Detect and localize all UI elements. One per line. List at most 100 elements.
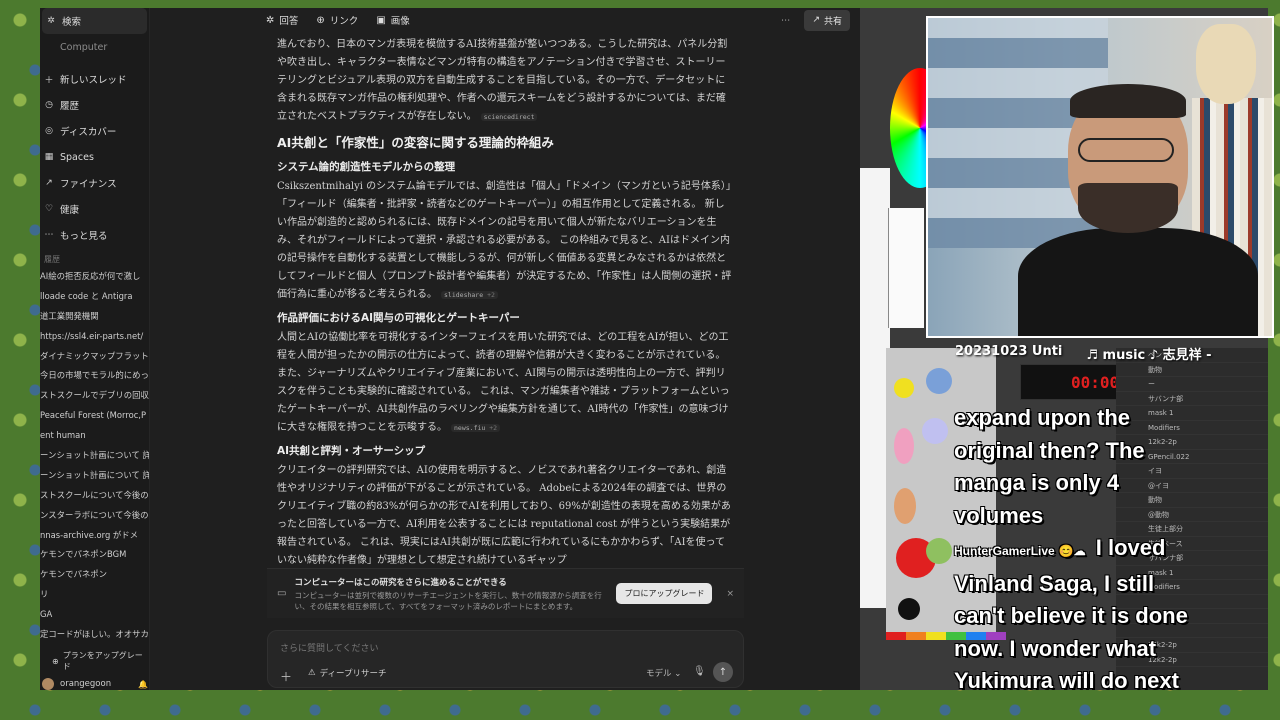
history-item[interactable]: ダイナミックマップフラットフォーム (40, 347, 149, 367)
chat-message-line: original then? The (954, 437, 1145, 463)
layer-row[interactable]: 動物 (1116, 363, 1268, 377)
chat-message-line: can't believe it is done (954, 603, 1188, 628)
history-item[interactable]: ンスターラボについて今後の (40, 506, 149, 526)
search-label: 検索 (62, 17, 82, 28)
followup-composer[interactable]: さらに質問してください ＋ ⚠ ディープリサーチ モデル ⌄ 🎙 ↑ (267, 630, 744, 688)
history-item[interactable]: ent human (40, 426, 149, 446)
palette-red[interactable] (886, 632, 906, 640)
streamer-body (1018, 228, 1258, 336)
drawing-canvas-detail (888, 208, 924, 328)
pink-swatch[interactable] (894, 428, 914, 464)
history-item[interactable]: GA (40, 605, 149, 625)
history-item[interactable]: lloade code と Antigra (40, 287, 149, 307)
chat-message-start: I loved (1095, 535, 1166, 560)
model-selector[interactable]: モデル ⌄ (646, 667, 681, 679)
chat-message-line: volumes (954, 502, 1044, 528)
answer-paragraph: 人間とAIの協働比率を可視化するインターフェイスを用いた研究では、どの工程をAI… (277, 329, 734, 437)
answer-content: 進んでおり、日本のマンガ表現を模倣するAI技術基盤が整いつつある。こうした研究は… (277, 36, 734, 566)
history-item[interactable]: リ (40, 585, 149, 605)
history-item[interactable]: 定コードがほしい。オオサカ (40, 625, 149, 645)
computer-upsell-banner: ▭ コンピューターはこの研究をさらに進めることができる コンピューターは並列で複… (267, 568, 744, 618)
streamer-beard (1078, 183, 1178, 233)
sidebar-item-finance[interactable]: ↗ ファイナンス (40, 170, 149, 196)
now-playing: ♬ music ♪ 志見祥 - (1086, 348, 1212, 363)
history-item[interactable]: ストスクールでデブリの回収 (40, 386, 149, 406)
sidebar-item-history[interactable]: ◷ 履歴 (40, 92, 149, 118)
followup-input[interactable]: さらに質問してください (280, 641, 378, 654)
send-button[interactable]: ↑ (713, 662, 733, 682)
search-nav[interactable]: ✲ 検索 (42, 8, 147, 34)
history-item[interactable]: Peaceful Forest (Morroc,P (40, 406, 149, 426)
sidebar-item-spaces[interactable]: ▦ Spaces (40, 144, 149, 170)
logo-icon: ✲ (47, 16, 55, 26)
layer-row[interactable]: ー (1116, 377, 1268, 392)
computer-label: Computer (60, 41, 108, 53)
stream-info-bar: 20231023 Unti ♬ music ♪ 志見祥 - (955, 344, 1212, 363)
tab-answer[interactable]: ✲ 回答 (266, 13, 298, 28)
computer-nav[interactable]: Computer (40, 34, 149, 60)
yellow-swatch[interactable] (894, 378, 914, 398)
microphone-icon[interactable]: 🎙 (693, 666, 706, 677)
answer-icon: ✲ (266, 14, 275, 26)
more-options-button[interactable]: ⋯ (781, 15, 791, 26)
black-swatch[interactable] (898, 598, 920, 620)
history-section-label: 履歴 (44, 255, 60, 264)
history-item[interactable]: AI絵の拒否反応が何で激し (40, 267, 149, 287)
upgrade-plan-link[interactable]: ⊕ プランをアップグレード (52, 650, 149, 672)
deep-research-toggle[interactable]: ⚠ ディープリサーチ (308, 667, 387, 679)
attach-plus-icon[interactable]: ＋ (280, 668, 292, 685)
history-item[interactable]: https://ssl4.eir-parts.net/ (40, 327, 149, 347)
sidebar-item-health[interactable]: ♡ 健康 (40, 196, 149, 222)
history-item[interactable]: 今日の市場でモラル的にめっちゃ (40, 366, 149, 386)
answer-paragraph: クリエイターの評判研究では、AIの使用を明示すると、ノビスであれ著名クリエイター… (277, 465, 731, 566)
citation-chip[interactable]: slideshare +2 (441, 291, 498, 299)
history-item[interactable]: nnas-archive.org がドメ (40, 526, 149, 546)
history-item[interactable]: ーンショット計画について 詳し (40, 466, 149, 486)
paragraph-text: 人間とAIの協働比率を可視化するインターフェイスを用いた研究では、どの工程をAI… (277, 332, 730, 433)
chat-message-line: expand upon the (954, 405, 1130, 430)
tab-images[interactable]: ▣ 画像 (376, 13, 409, 28)
green-swatch[interactable] (926, 538, 952, 564)
share-button[interactable]: ↗ 共有 (804, 9, 850, 31)
history-item[interactable]: ケモンでパネポン (40, 565, 149, 585)
citation-chip[interactable]: news.fiu +2 (451, 424, 501, 432)
thread-topbar: ✲ 回答 ⊕ リンク ▣ 画像 ⋯ ↗ 共有 (150, 8, 860, 32)
heart-icon: ♡ (44, 204, 54, 214)
sidebar-item-label: 健康 (60, 205, 80, 216)
orange-swatch[interactable] (894, 488, 916, 524)
history-item[interactable]: ストスクールについて今後の (40, 486, 149, 506)
bell-icon[interactable]: 🔔 (138, 680, 148, 689)
history-item[interactable]: ーンショット計画について 詳し (40, 446, 149, 466)
palette-orange[interactable] (906, 632, 926, 640)
monitor-icon: ▭ (277, 588, 287, 599)
chat-message-line: Vinland Saga, I still (954, 570, 1155, 596)
sidebar-item-more[interactable]: ⋯ もっと見る (40, 222, 149, 248)
palette-yellow[interactable] (926, 632, 946, 640)
answer-paragraph: 進んでおり、日本のマンガ表現を模倣するAI技術基盤が整いつつある。こうした研究は… (277, 36, 734, 126)
sidebar-item-discover[interactable]: ◎ ディスカバー (40, 118, 149, 144)
blue-swatch[interactable] (926, 368, 952, 394)
finance-icon: ↗ (45, 178, 53, 188)
warning-icon: ⚠ (308, 668, 316, 678)
history-item[interactable]: ケモンでパネポンBGM (40, 545, 149, 565)
tab-links[interactable]: ⊕ リンク (316, 13, 358, 28)
history-icon: ◷ (45, 100, 53, 110)
lavender-swatch[interactable] (922, 418, 948, 444)
sidebar-item-new-thread[interactable]: ＋ 新しいスレッド (40, 66, 149, 92)
streamer-hair (1070, 84, 1186, 118)
stream-date: 20231023 Unti (955, 344, 1063, 359)
user-account[interactable]: orangegoon 🔔 (40, 678, 148, 690)
close-icon[interactable]: × (726, 589, 734, 599)
chat-overlay: expand upon the original then? The manga… (954, 402, 1266, 698)
share-label: 共有 (823, 16, 842, 27)
upgrade-label: プランをアップグレード (62, 651, 143, 671)
sidebar-item-label: 履歴 (60, 101, 80, 112)
plus-icon: ＋ (44, 75, 54, 86)
image-icon: ▣ (376, 14, 386, 26)
history-item[interactable]: 道工業開発機関 (40, 307, 149, 327)
citation-chip[interactable]: sciencedirect (480, 113, 538, 121)
sidebar-item-label: Spaces (60, 151, 94, 163)
chat-message-line: HunterGamerLive 😊☁ I loved (954, 532, 1266, 568)
upgrade-pro-button[interactable]: プロにアップグレード (616, 583, 713, 604)
subsection-heading: 作品評価におけるAI関与の可視化とゲートキーパー (277, 312, 520, 324)
